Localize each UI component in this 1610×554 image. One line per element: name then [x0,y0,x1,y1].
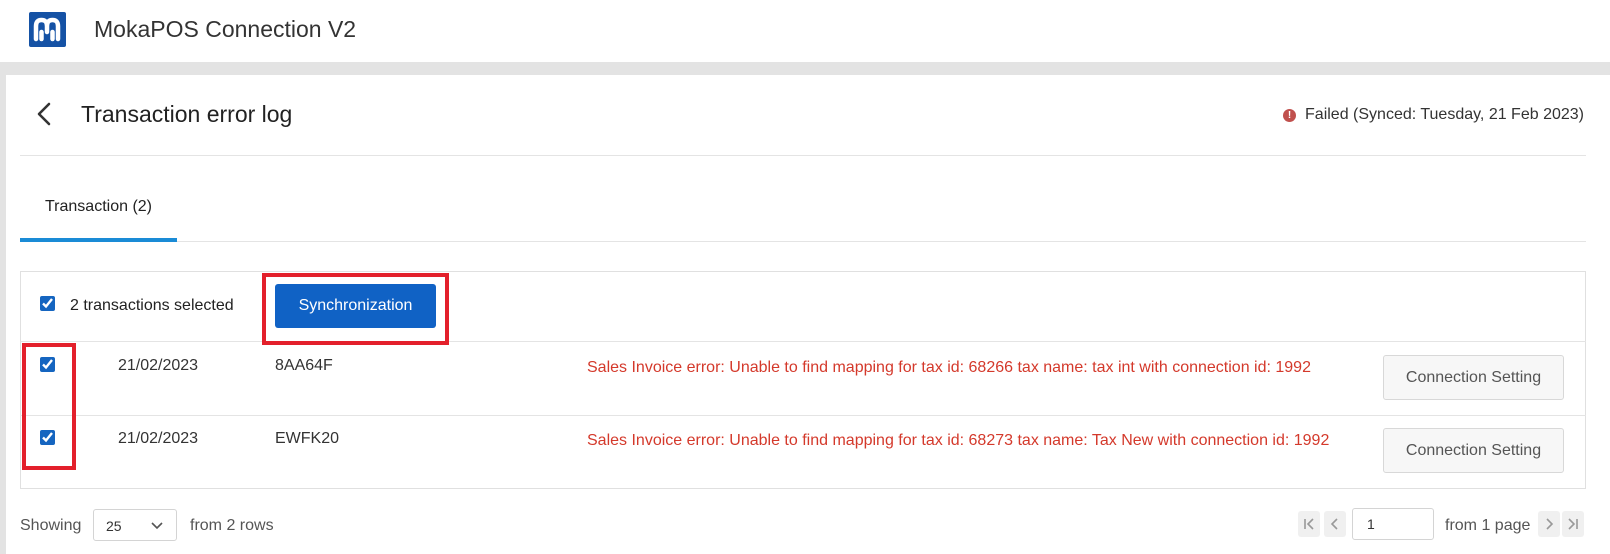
page-size-value: 25 [106,518,122,534]
sync-status: ! Failed (Synced: Tuesday, 21 Feb 2023) [1283,106,1584,124]
top-bar: MokaPOS Connection V2 [0,0,1610,62]
connection-setting-button[interactable]: Connection Setting [1383,428,1564,473]
total-rows-label: from 2 rows [190,517,274,534]
page-number-input[interactable] [1352,508,1434,540]
divider [20,155,1586,156]
row-date: 21/02/2023 [118,430,199,447]
moka-logo-icon[interactable] [29,12,66,47]
divider [20,241,1586,242]
row-error-message: Sales Invoice error: Unable to find mapp… [587,432,1330,449]
transaction-table [20,271,1586,489]
last-page-icon[interactable] [1562,511,1584,537]
chevron-down-icon [150,518,164,532]
next-page-icon[interactable] [1538,511,1560,537]
page-title: Transaction error log [81,101,293,127]
warning-icon: ! [1283,108,1297,122]
first-page-icon[interactable] [1298,511,1320,537]
select-all-checkbox[interactable] [40,296,55,311]
tab-transaction[interactable]: Transaction (2) [20,190,177,243]
row-divider [20,415,1586,416]
row-checkbox[interactable] [40,357,55,372]
showing-label: Showing [20,517,82,534]
sync-status-text: Failed (Synced: Tuesday, 21 Feb 2023) [1305,106,1584,123]
row-divider [20,341,1586,342]
row-checkbox[interactable] [40,430,55,445]
synchronization-button[interactable]: Synchronization [275,284,436,328]
page-size-select[interactable]: 25 [93,509,177,541]
back-arrow-icon[interactable] [34,100,56,128]
row-code: EWFK20 [275,430,340,447]
total-pages-label: from 1 page [1445,517,1531,534]
row-code: 8AA64F [275,357,333,374]
selected-count-label: 2 transactions selected [70,297,234,314]
active-tab-indicator [20,238,177,242]
app-title: MokaPOS Connection V2 [94,16,357,42]
prev-page-icon[interactable] [1324,511,1346,537]
row-error-message: Sales Invoice error: Unable to find mapp… [587,359,1311,376]
row-date: 21/02/2023 [118,357,199,374]
connection-setting-button[interactable]: Connection Setting [1383,355,1564,400]
